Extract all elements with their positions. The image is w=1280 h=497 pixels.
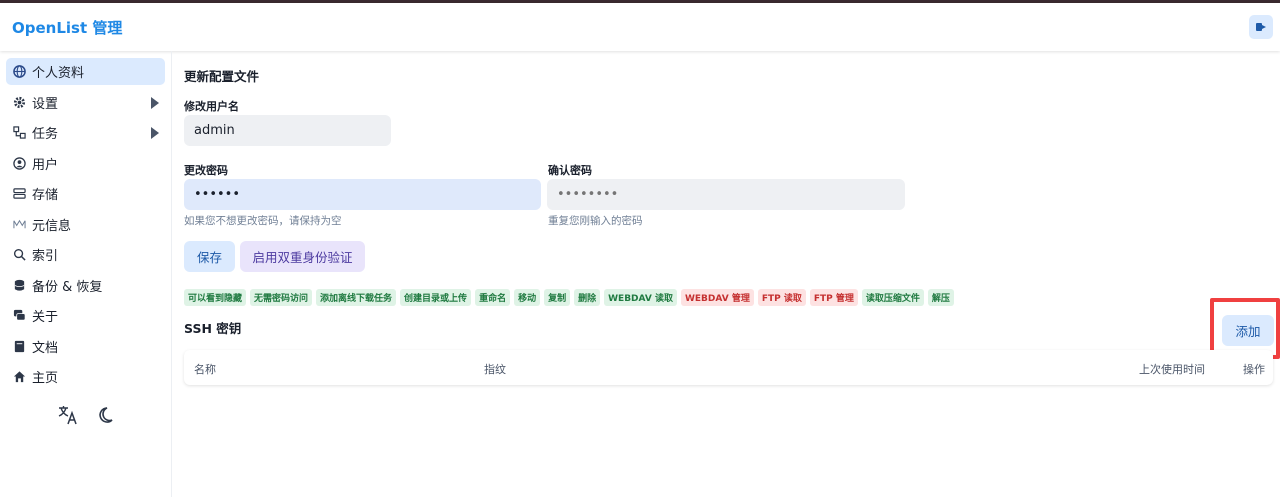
permission-badge: FTP 管理	[809, 289, 858, 306]
globe-icon	[12, 65, 26, 79]
header: OpenList 管理	[0, 3, 1280, 51]
permission-badges: 可以看到隐藏 无需密码访问 添加离线下载任务 创建目录或上传 重命名 移动 复制…	[184, 289, 954, 306]
username-input[interactable]	[184, 115, 391, 146]
enable-2fa-button[interactable]: 启用双重身份验证	[240, 241, 365, 272]
sidebar-item-label: 存储	[32, 188, 59, 203]
workflow-icon	[12, 126, 26, 140]
sidebar-item-label: 文档	[32, 341, 59, 356]
sidebar-footer	[56, 403, 120, 427]
permission-badge: FTP 读取	[757, 289, 806, 306]
permission-badge: 复制	[544, 289, 571, 306]
sidebar-item-label: 元信息	[32, 219, 72, 234]
save-button[interactable]: 保存	[184, 241, 235, 272]
sidebar-item-home[interactable]: 主页	[6, 363, 165, 390]
meta-icon	[12, 218, 26, 232]
sidebar-item-profile[interactable]: 个人资料	[6, 58, 165, 85]
permission-badge: 无需密码访问	[250, 289, 313, 306]
database-icon	[12, 187, 26, 201]
permission-badge: 添加离线下载任务	[316, 289, 397, 306]
sidebar-item-label: 索引	[32, 249, 59, 264]
logout-icon	[1256, 23, 1266, 31]
sidebar-item-docs[interactable]: 文档	[6, 333, 165, 360]
password-label: 更改密码	[184, 164, 228, 177]
confirm-password-helper: 重复您刚输入的密码	[548, 215, 643, 227]
sidebar-item-backup[interactable]: 备份 & 恢复	[6, 272, 165, 299]
column-header-actions: 操作	[1243, 363, 1265, 376]
main-content: 更新配置文件 修改用户名 更改密码 如果您不想更改密码，请保持为空 确认密码 重…	[184, 51, 1280, 497]
book-icon	[12, 340, 26, 354]
password-input[interactable]	[184, 179, 541, 210]
sidebar-item-label: 任务	[32, 127, 59, 142]
permission-badge: 重命名	[475, 289, 511, 306]
permission-badge: WEBDAV 读取	[604, 289, 677, 306]
sidebar-item-label: 用户	[32, 158, 59, 173]
sidebar-item-label: 备份 & 恢复	[32, 280, 103, 295]
permission-badge: 读取压缩文件	[861, 289, 924, 306]
profile-section-title: 更新配置文件	[184, 69, 260, 84]
password-helper: 如果您不想更改密码，请保持为空	[184, 215, 342, 227]
sidebar-item-label: 设置	[32, 97, 59, 112]
sidebar-item-label: 关于	[32, 310, 59, 325]
column-header-last-used: 上次使用时间	[1139, 363, 1205, 376]
sidebar-item-label: 个人资料	[32, 66, 85, 81]
permission-badge: 解压	[927, 289, 954, 306]
gear-icon	[12, 96, 26, 110]
sidebar-item-storage[interactable]: 存储	[6, 180, 165, 207]
logout-button[interactable]	[1249, 15, 1273, 39]
app-title[interactable]: OpenList 管理	[12, 17, 122, 38]
username-label: 修改用户名	[184, 100, 239, 113]
search-icon	[12, 248, 26, 262]
permission-badge: 删除	[574, 289, 601, 306]
expand-arrow-icon[interactable]	[151, 97, 159, 109]
column-header-name: 名称	[194, 363, 216, 376]
sidebar-item-about[interactable]: 关于	[6, 302, 165, 329]
permission-badge: 创建目录或上传	[400, 289, 472, 306]
moon-icon[interactable]	[96, 403, 120, 427]
ssh-keys-table: 名称 指纹 上次使用时间 操作	[184, 350, 1273, 385]
sidebar-item-index[interactable]: 索引	[6, 241, 165, 268]
translate-icon[interactable]	[56, 403, 80, 427]
sidebar-item-tasks[interactable]: 任务	[6, 119, 165, 146]
stack-icon	[12, 279, 26, 293]
permission-badge: 移动	[514, 289, 541, 306]
sidebar: 个人资料 设置 任务 用户 存储 元信息 索引 备份 & 恢复 关于 文档 主页	[0, 51, 172, 497]
sidebar-item-settings[interactable]: 设置	[6, 89, 165, 116]
home-icon	[12, 370, 26, 384]
add-ssh-key-button[interactable]: 添加	[1222, 315, 1274, 346]
user-circle-icon	[12, 157, 26, 171]
confirm-password-label: 确认密码	[548, 164, 592, 177]
permission-badge: WEBDAV 管理	[680, 289, 754, 306]
sidebar-item-users[interactable]: 用户	[6, 150, 165, 177]
sidebar-item-label: 主页	[32, 371, 59, 386]
chat-icon	[12, 309, 26, 323]
confirm-password-input[interactable]	[547, 179, 905, 210]
permission-badge: 可以看到隐藏	[184, 289, 247, 306]
ssh-section-title: SSH 密钥	[184, 321, 242, 336]
expand-arrow-icon[interactable]	[151, 127, 159, 139]
column-header-fingerprint: 指纹	[484, 363, 506, 376]
sidebar-item-meta[interactable]: 元信息	[6, 211, 165, 238]
